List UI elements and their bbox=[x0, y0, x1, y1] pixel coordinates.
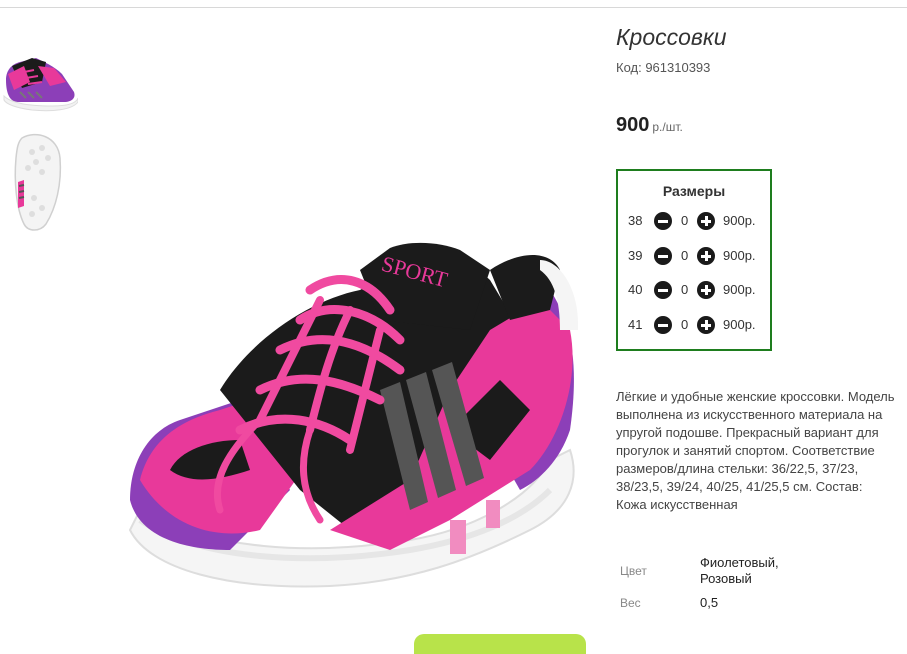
size-price: 900р. bbox=[723, 282, 756, 297]
size-quantity: 0 bbox=[681, 317, 689, 332]
product-title: Кроссовки bbox=[616, 24, 727, 50]
size-price: 900р. bbox=[723, 213, 756, 228]
property-value-weight: 0,5 bbox=[700, 595, 719, 610]
product-description: Лёгкие и удобные женские кроссовки. Моде… bbox=[616, 389, 895, 512]
size-quantity: 0 bbox=[681, 282, 689, 297]
minus-icon bbox=[658, 323, 668, 327]
size-row: 39 0 900р. bbox=[628, 245, 768, 267]
size-number: 41 bbox=[628, 317, 643, 332]
size-price: 900р. bbox=[723, 317, 756, 332]
price-amount: 900 bbox=[616, 114, 650, 136]
decrease-quantity-button[interactable] bbox=[654, 247, 672, 265]
minus-icon bbox=[658, 219, 668, 223]
increase-quantity-button[interactable] bbox=[697, 212, 715, 230]
size-quantity: 0 bbox=[681, 213, 689, 228]
sizes-panel: Размеры 38 0 900р. 39 0 900р. 40 0 900р.… bbox=[616, 169, 772, 351]
property-value-color: Фиолетовый, Розовый bbox=[700, 555, 779, 586]
increase-quantity-button[interactable] bbox=[697, 281, 715, 299]
increase-quantity-button[interactable] bbox=[697, 247, 715, 265]
property-label-color: Цвет bbox=[620, 564, 647, 578]
size-price: 900р. bbox=[723, 248, 756, 263]
size-row: 38 0 900р. bbox=[628, 210, 768, 232]
size-number: 38 bbox=[628, 213, 643, 228]
main-product-image: SPORT bbox=[110, 230, 600, 641]
size-row: 40 0 900р. bbox=[628, 279, 768, 301]
add-to-cart-button[interactable] bbox=[414, 634, 586, 654]
thumbnail-side-view[interactable] bbox=[2, 22, 78, 126]
size-quantity: 0 bbox=[681, 248, 689, 263]
size-number: 39 bbox=[628, 248, 643, 263]
increase-quantity-button[interactable] bbox=[697, 316, 715, 334]
thumbnail-sole-view[interactable] bbox=[2, 128, 78, 232]
decrease-quantity-button[interactable] bbox=[654, 281, 672, 299]
decrease-quantity-button[interactable] bbox=[654, 316, 672, 334]
top-divider bbox=[0, 7, 907, 8]
property-label-weight: Вес bbox=[620, 596, 641, 610]
minus-icon bbox=[658, 288, 668, 292]
size-row: 41 0 900р. bbox=[628, 314, 768, 336]
sizes-title: Размеры bbox=[662, 183, 726, 199]
product-price: 900 р./шт. bbox=[616, 114, 683, 137]
decrease-quantity-button[interactable] bbox=[654, 212, 672, 230]
size-number: 40 bbox=[628, 282, 643, 297]
price-unit: р./шт. bbox=[652, 120, 683, 134]
minus-icon bbox=[658, 254, 668, 258]
product-code: Код: 961310393 bbox=[616, 60, 711, 75]
